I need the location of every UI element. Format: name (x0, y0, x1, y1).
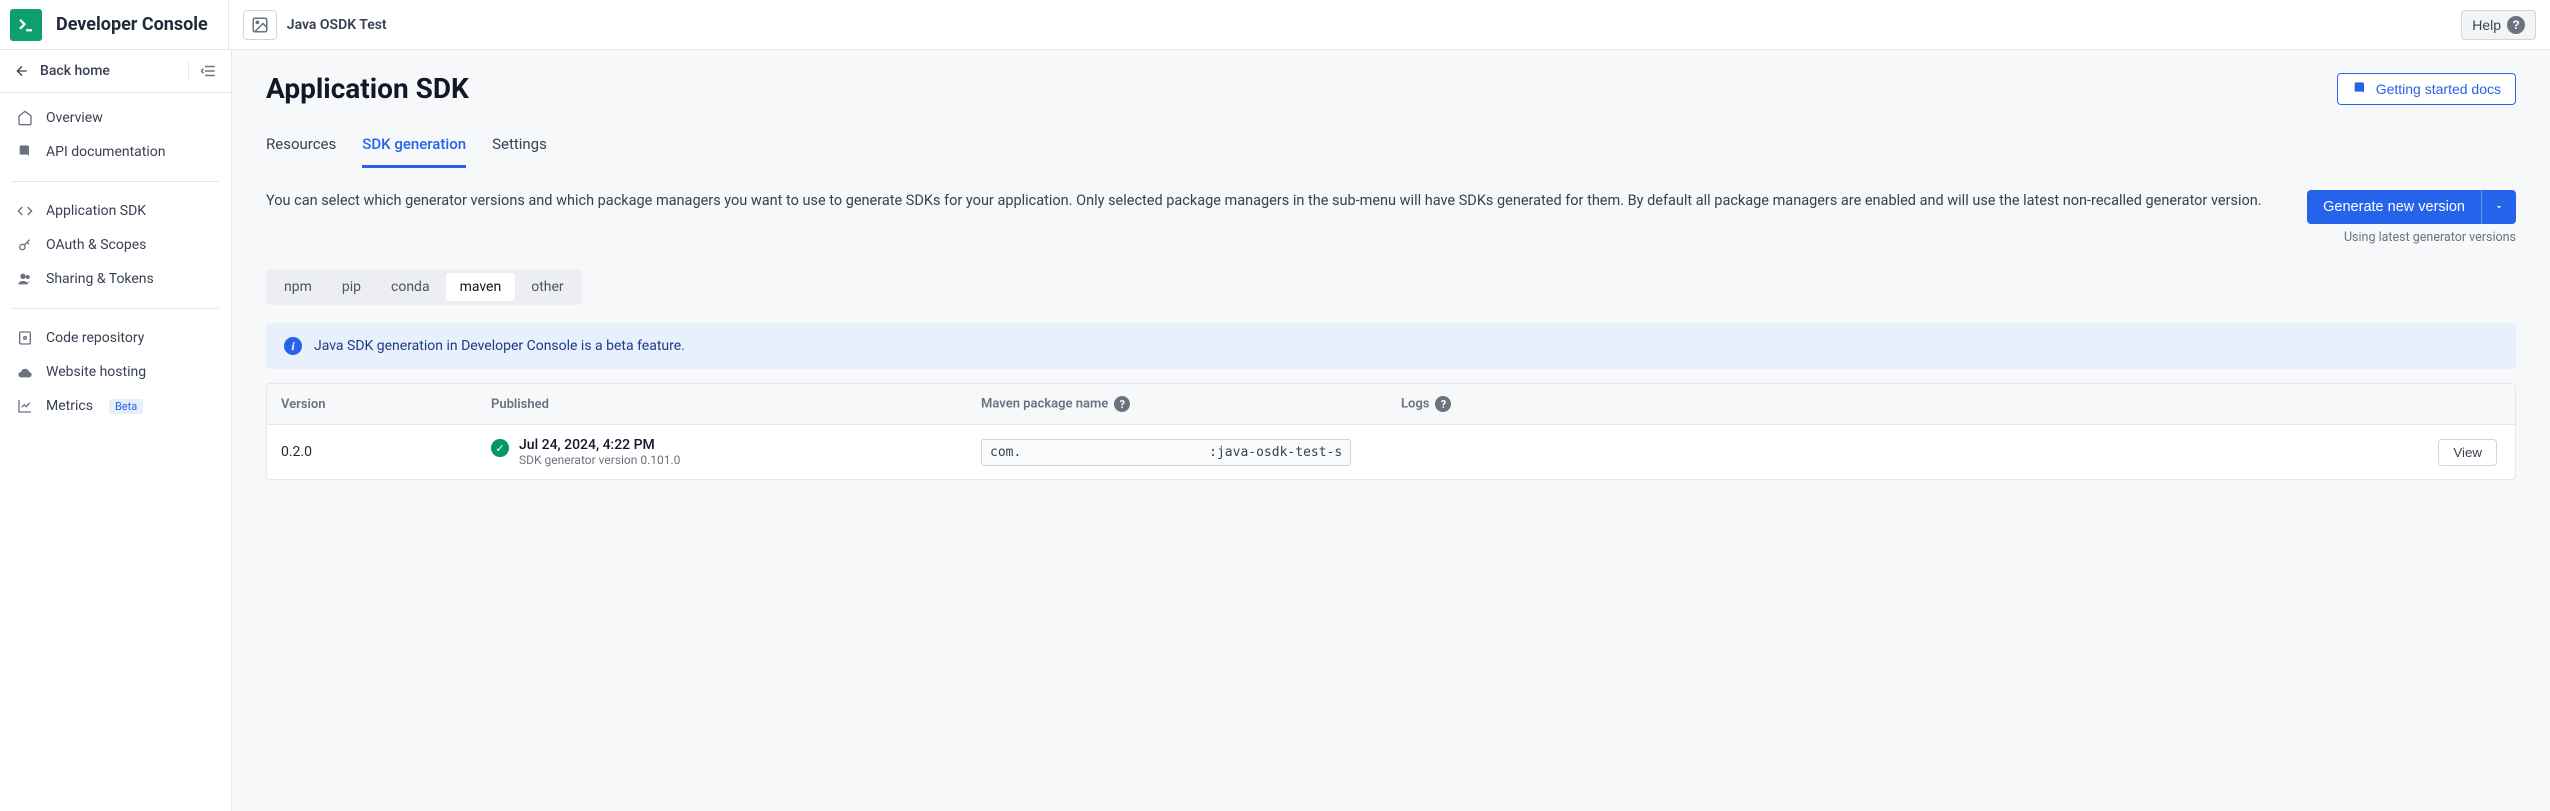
collapse-sidebar-button[interactable] (188, 62, 217, 80)
help-icon: ? (2507, 16, 2525, 34)
code-icon (16, 203, 34, 219)
caret-down-icon (2494, 202, 2504, 212)
book-icon (2352, 81, 2368, 97)
pm-tab-pip[interactable]: pip (328, 273, 375, 301)
back-home-link[interactable]: Back home (14, 63, 188, 79)
th-version: Version (267, 385, 477, 424)
logo-block: Developer Console (0, 0, 229, 49)
back-label: Back home (40, 63, 110, 79)
sidebar-item-code-repository[interactable]: Code repository (0, 321, 231, 355)
repo-icon (16, 330, 34, 346)
check-circle-icon: ✓ (491, 439, 509, 457)
package-manager-tabs: npm pip conda maven other (266, 269, 582, 305)
sidebar-item-label: OAuth & Scopes (46, 237, 146, 253)
info-banner: i Java SDK generation in Developer Conso… (266, 323, 2516, 369)
key-icon (16, 237, 34, 253)
image-icon (243, 10, 277, 40)
dashboard-icon (16, 110, 34, 126)
published-sub: SDK generator version 0.101.0 (519, 453, 680, 467)
th-logs: Logs? (1387, 384, 2515, 424)
versions-table: Version Published Maven package name? Lo… (266, 383, 2516, 480)
project-name: Java OSDK Test (287, 17, 387, 33)
pm-tab-conda[interactable]: conda (377, 273, 444, 301)
top-header: Developer Console Java OSDK Test Help ? (0, 0, 2550, 50)
sidebar-item-label: Code repository (46, 330, 144, 346)
book-icon (16, 144, 34, 160)
published-date: Jul 24, 2024, 4:22 PM (519, 437, 680, 453)
sidebar-item-website-hosting[interactable]: Website hosting (0, 355, 231, 389)
tab-settings[interactable]: Settings (492, 127, 547, 168)
collapse-icon (199, 62, 217, 80)
sidebar-item-metrics[interactable]: Metrics Beta (0, 389, 231, 423)
sidebar-item-overview[interactable]: Overview (0, 101, 231, 135)
sidebar-item-application-sdk[interactable]: Application SDK (0, 194, 231, 228)
sidebar-item-label: Overview (46, 110, 103, 126)
pm-tab-other[interactable]: other (517, 273, 577, 301)
th-published: Published (477, 385, 967, 424)
table-row: 0.2.0 ✓ Jul 24, 2024, 4:22 PM SDK genera… (267, 425, 2515, 479)
sidebar-item-sharing-tokens[interactable]: Sharing & Tokens (0, 262, 231, 296)
users-icon (16, 271, 34, 287)
page-title: Application SDK (266, 72, 469, 105)
generate-dropdown-button[interactable] (2481, 190, 2516, 224)
th-package-label: Maven package name (981, 396, 1108, 411)
tab-sdk-generation[interactable]: SDK generation (362, 127, 466, 168)
getting-started-docs-button[interactable]: Getting started docs (2337, 73, 2516, 105)
package-name-input[interactable] (981, 439, 1351, 466)
arrow-left-icon (14, 63, 30, 79)
info-icon: i (284, 337, 302, 355)
description-text: You can select which generator versions … (266, 190, 2287, 212)
sidebar-item-label: Sharing & Tokens (46, 271, 154, 287)
sidebar-item-label: Application SDK (46, 203, 146, 219)
pm-tab-npm[interactable]: npm (270, 273, 326, 301)
chart-icon (16, 398, 34, 414)
info-banner-text: Java SDK generation in Developer Console… (314, 338, 685, 354)
pm-tab-maven[interactable]: maven (446, 273, 516, 301)
th-package: Maven package name? (967, 384, 1387, 424)
sidebar-item-label: API documentation (46, 144, 166, 160)
generate-new-version-button[interactable]: Generate new version (2307, 190, 2481, 224)
sidebar-item-label: Website hosting (46, 364, 146, 380)
project-block[interactable]: Java OSDK Test (229, 10, 401, 40)
cell-version: 0.2.0 (267, 432, 477, 472)
tabs: Resources SDK generation Settings (266, 127, 2516, 168)
help-icon[interactable]: ? (1435, 396, 1451, 412)
app-logo-icon (10, 9, 42, 41)
sidebar-item-oauth-scopes[interactable]: OAuth & Scopes (0, 228, 231, 262)
help-icon[interactable]: ? (1114, 396, 1130, 412)
beta-badge: Beta (109, 399, 143, 414)
sidebar-item-label: Metrics (46, 398, 93, 414)
help-label: Help (2472, 17, 2501, 33)
view-logs-button[interactable]: View (2438, 439, 2497, 466)
tab-resources[interactable]: Resources (266, 127, 336, 168)
generate-subtext: Using latest generator versions (2307, 230, 2516, 245)
main-content: Application SDK Getting started docs Res… (232, 50, 2550, 811)
console-title: Developer Console (56, 14, 208, 35)
help-button[interactable]: Help ? (2461, 10, 2536, 40)
sidebar: Back home Overview API documentation App… (0, 50, 232, 811)
th-logs-label: Logs (1401, 396, 1429, 411)
cloud-icon (16, 364, 34, 380)
sidebar-item-api-docs[interactable]: API documentation (0, 135, 231, 169)
docs-button-label: Getting started docs (2376, 81, 2501, 97)
